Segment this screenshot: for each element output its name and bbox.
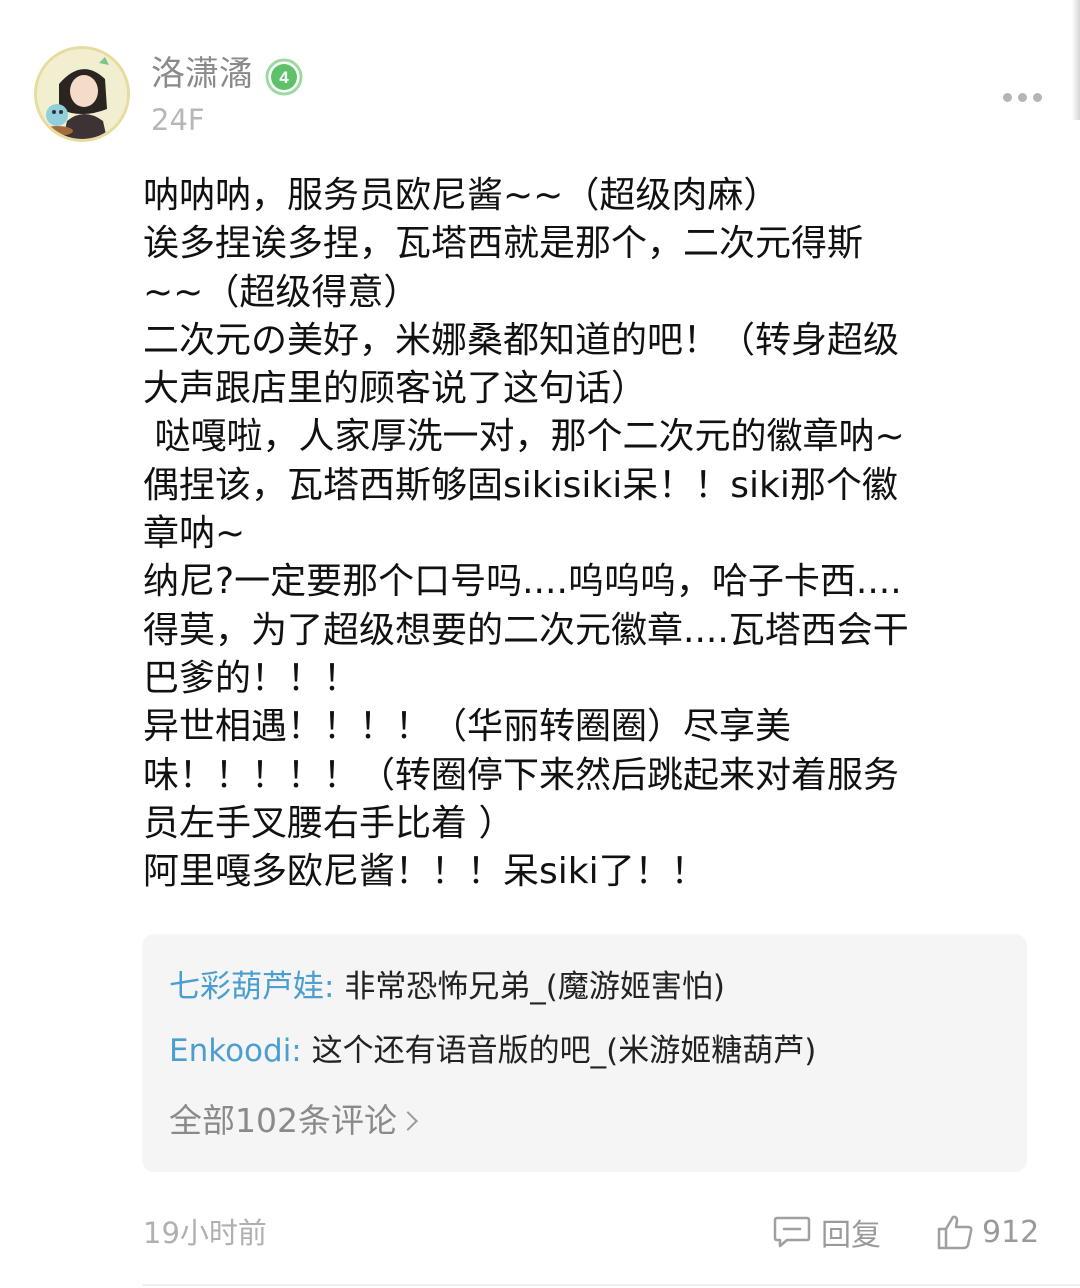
post-line: 得莫，为了超级想要的二次元徽章....瓦塔西会干 <box>143 609 909 651</box>
post-line: 哒嘎啦，人家厚洗一对，那个二次元的徽章呐~ <box>143 416 905 458</box>
floor-number: 24F <box>151 103 205 137</box>
like-count: 912 <box>982 1214 1040 1250</box>
post-line: 章呐~ <box>143 513 246 555</box>
post-line: 偶捏该，瓦塔西斯够固sikisiki呆！！siki那个徽 <box>143 464 898 506</box>
more-icon-dot <box>1032 92 1042 102</box>
all-comments-label: 全部102条评论 <box>169 1101 397 1140</box>
avatar[interactable] <box>34 46 130 142</box>
post-line: 诶多捏诶多捏，瓦塔西就是那个，二次元得斯 <box>143 223 864 265</box>
post-line: 二次元の美好，米娜桑都知道的吧！（转身超级 <box>143 319 900 361</box>
level-number: 4 <box>279 68 289 87</box>
like-icon <box>937 1215 973 1250</box>
post-line: 味！！！！！（转圈停下来然后跳起来对着服务 <box>143 754 900 796</box>
username[interactable]: 洛潇潏 <box>151 52 253 96</box>
post-line: 巴爹的！！！ <box>143 657 360 699</box>
post-line: 员左手叉腰右手比着 ） <box>143 802 515 844</box>
like-button[interactable]: 912 <box>936 1210 1039 1254</box>
comment-author[interactable]: 七彩葫芦娃: <box>169 969 334 1005</box>
comment-text: 非常恐怖兄弟_(魔游姬害怕) <box>344 969 725 1005</box>
comment-item[interactable]: 七彩葫芦娃: 非常恐怖兄弟_(魔游姬害怕) <box>169 967 725 1007</box>
reply-label: 回复 <box>821 1218 881 1253</box>
comment-preview-box[interactable]: 七彩葫芦娃: 非常恐怖兄弟_(魔游姬害怕) Enkoodi: 这个还有语音版的吧… <box>142 934 1027 1172</box>
more-button[interactable] <box>996 80 1048 114</box>
more-icon-dot <box>1002 92 1012 102</box>
comment-item[interactable]: Enkoodi: 这个还有语音版的吧_(米游姬糖葫芦) <box>169 1031 816 1071</box>
post-content: 呐呐呐，服务员欧尼酱~~（超级肉麻） 诶多捏诶多捏，瓦塔西就是那个，二次元得斯 … <box>143 172 1003 896</box>
post-line: 呐呐呐，服务员欧尼酱~~（超级肉麻） <box>143 175 780 216</box>
divider <box>143 1284 1080 1286</box>
post-line: 大声跟店里的顾客说了这句话） <box>143 368 648 410</box>
post-line: 纳尼?一定要那个口号吗....呜呜呜，哈子卡西.... <box>143 561 902 603</box>
more-icon-dot <box>1017 92 1027 102</box>
all-comments-link[interactable]: 全部102条评论 <box>169 1101 418 1141</box>
comment-author[interactable]: Enkoodi: <box>169 1033 302 1069</box>
chevron-right-icon <box>398 1111 418 1131</box>
comment-text: 这个还有语音版的吧_(米游姬糖葫芦) <box>311 1033 817 1069</box>
reply-icon <box>773 1216 811 1248</box>
post-line: ~~（超级得意） <box>143 271 420 313</box>
post-time: 19小时前 <box>143 1216 267 1250</box>
scrollbar-edge <box>1072 0 1080 120</box>
post-line: 阿里嘎多欧尼酱！！！呆siki了！！ <box>143 851 707 893</box>
reply-button[interactable]: 回复 <box>773 1210 881 1254</box>
post-line: 异世相遇！！！！（华丽转圈圈）尽享美 <box>143 706 792 748</box>
level-badge-icon: 4 <box>265 58 303 96</box>
